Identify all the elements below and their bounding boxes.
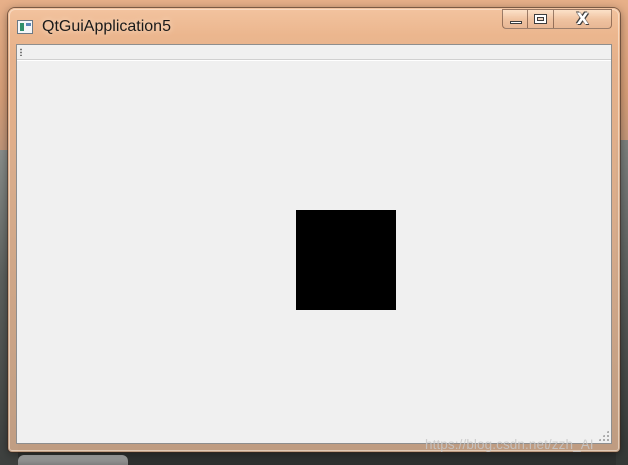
- app-icon[interactable]: [17, 20, 33, 34]
- desktop-item: [18, 455, 128, 465]
- window-title: QtGuiApplication5: [42, 18, 171, 35]
- main-window-client: [16, 44, 612, 444]
- black-square: [296, 210, 396, 310]
- maximize-button[interactable]: [528, 9, 554, 29]
- close-button[interactable]: X: [554, 9, 612, 29]
- minimize-button[interactable]: [502, 9, 528, 29]
- caption-buttons: X: [502, 9, 612, 29]
- central-widget: [17, 60, 611, 443]
- maximize-icon: [534, 14, 547, 24]
- main-toolbar: [17, 45, 611, 60]
- minimize-icon: [510, 21, 522, 24]
- close-icon: X: [576, 9, 589, 28]
- watermark-text: https://blog.csdn.net/zzh_AI: [425, 437, 594, 452]
- toolbar-grip-icon[interactable]: [20, 48, 22, 56]
- app-window: QtGuiApplication5 X: [8, 8, 620, 452]
